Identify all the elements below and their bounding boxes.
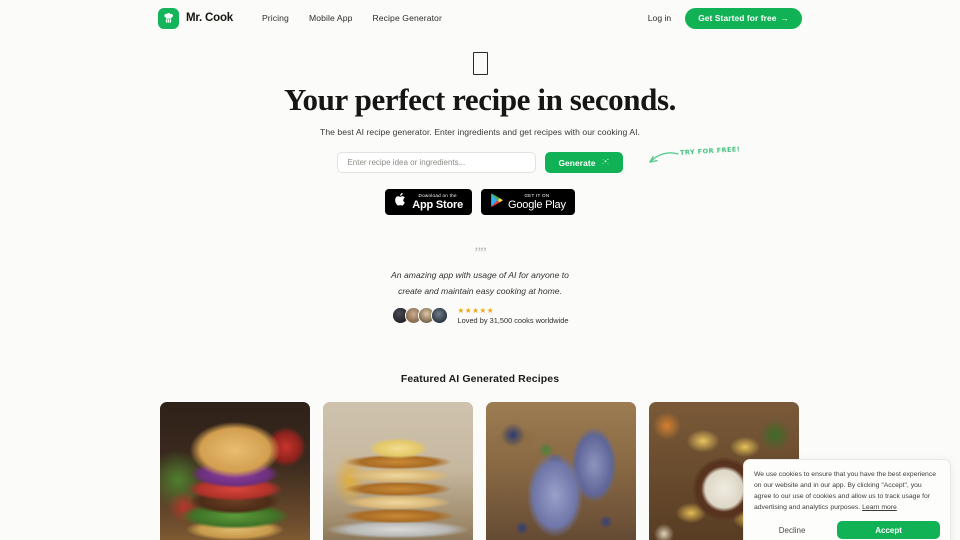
star-rating: ★★★★★ [457, 305, 495, 315]
apple-icon [394, 192, 407, 212]
testimonial-line-2: create and maintain easy cooking at home… [398, 285, 562, 296]
hero-section: Your perfect recipe in seconds. The best… [0, 36, 960, 325]
google-play-badge-big: Google Play [508, 199, 566, 212]
app-store-badge-small: Download on the [418, 192, 457, 198]
recipe-card-smoothie[interactable] [486, 402, 636, 540]
get-started-button[interactable]: Get Started for free → [685, 7, 802, 29]
recipe-search-row: Generate TRY FOR FREE [0, 146, 960, 174]
hero-subtitle: The best AI recipe generator. Enter ingr… [320, 127, 640, 138]
top-navigation-bar: Mr. Cook Pricing Mobile App Recipe Gener… [0, 0, 960, 36]
quote-marks-icon: ”” [474, 245, 486, 262]
google-play-icon [490, 193, 503, 212]
pancakes-photo [323, 402, 473, 540]
testimonial-line-1: An amazing app with usage of AI for anyo… [391, 270, 569, 281]
nav-links: Pricing Mobile App Recipe Generator [262, 13, 442, 23]
google-play-badge[interactable]: GET IT ON Google Play [481, 189, 575, 216]
cookie-decline-button[interactable]: Decline [754, 521, 830, 539]
brand-logo[interactable]: Mr. Cook [158, 7, 233, 29]
nav-link-mobile-app[interactable]: Mobile App [309, 13, 353, 23]
recipe-card-pancakes[interactable] [323, 402, 473, 540]
annotation-text: TRY FOR FREE! [679, 145, 741, 158]
hero-emoji-placeholder [0, 48, 960, 78]
cookie-accept-button[interactable]: Accept [837, 521, 940, 539]
generate-label: Generate [558, 157, 596, 168]
burger-photo [160, 402, 310, 540]
generate-button[interactable]: Generate [545, 152, 623, 174]
nav-actions: Log in Get Started for free → [648, 7, 802, 29]
missing-glyph-box [472, 51, 488, 75]
nav-link-recipe-generator[interactable]: Recipe Generator [372, 13, 441, 23]
featured-recipe-cards [160, 402, 799, 540]
app-store-badge[interactable]: Download on the App Store [385, 189, 473, 216]
arrow-right-icon: → [780, 13, 789, 23]
app-store-badges: Download on the App Store GET IT ON Goog… [0, 189, 960, 216]
get-started-label: Get Started for free [698, 13, 777, 23]
cookie-consent-banner: We use cookies to ensure that you have t… [743, 459, 951, 540]
blueberry-smoothie-photo [486, 402, 636, 540]
nav-link-pricing[interactable]: Pricing [262, 13, 289, 23]
google-play-badge-small: GET IT ON [524, 192, 550, 198]
featured-section-title: Featured AI Generated Recipes [400, 373, 560, 385]
testimonial-section: ”” An amazing app with usage of AI for a… [0, 246, 960, 325]
chef-hat-icon [158, 7, 179, 29]
social-proof-label: Loved by 31,500 cooks worldwide [457, 316, 569, 326]
cookie-actions: Decline Accept [744, 521, 950, 540]
try-for-free-annotation: TRY FOR FREE! [640, 146, 740, 174]
recipe-search-input[interactable] [337, 152, 537, 174]
app-store-badge-big: App Store [412, 199, 464, 212]
avatar [430, 307, 448, 325]
recipe-card-burger[interactable] [160, 402, 310, 540]
avatar-group [391, 307, 448, 325]
cookie-learn-more-link[interactable]: Learn more [862, 504, 897, 511]
page-title: Your perfect recipe in seconds. [284, 82, 676, 117]
cookie-message: We use cookies to ensure that you have t… [754, 471, 936, 511]
curved-arrow-icon [649, 152, 679, 164]
login-link[interactable]: Log in [648, 13, 671, 23]
landing-page: Mr. Cook Pricing Mobile App Recipe Gener… [0, 0, 960, 540]
cookie-message-wrap: We use cookies to ensure that you have t… [744, 460, 950, 521]
social-proof-row: ★★★★★ Loved by 31,500 cooks worldwide [0, 305, 960, 326]
brand-name: Mr. Cook [186, 12, 233, 24]
sparkle-icon [601, 157, 610, 168]
